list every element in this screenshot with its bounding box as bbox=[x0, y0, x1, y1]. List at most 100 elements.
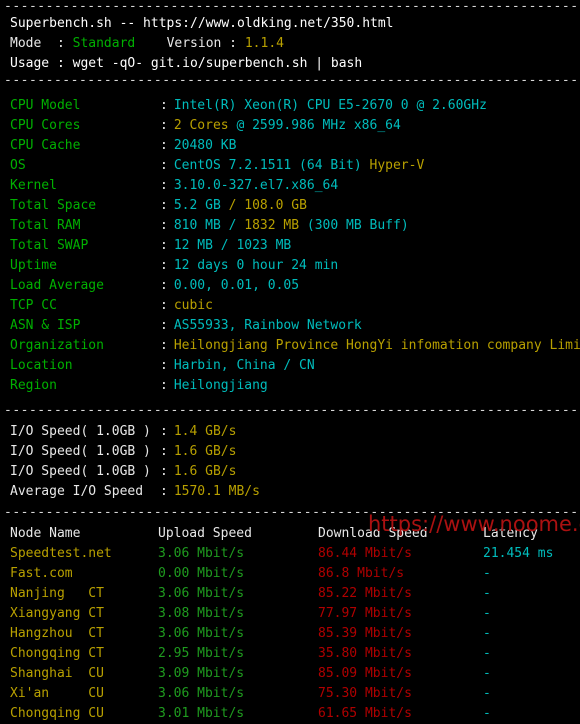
sysinfo-colon: : bbox=[160, 278, 168, 293]
sysinfo-label: CPU Cores bbox=[10, 118, 81, 133]
sysinfo-value-part: 5.2 GB bbox=[173, 198, 229, 213]
sysinfo-label: ASN & ISP bbox=[10, 318, 81, 333]
mode-version-gap bbox=[135, 36, 166, 51]
io-speed-colon: : bbox=[160, 464, 168, 479]
speedtest-node-name: Xiangyang CT bbox=[10, 606, 104, 621]
sysinfo-value-part: 12 MB / 1023 MB bbox=[173, 238, 292, 253]
speedtest-upload-speed: 3.06 Mbit/s bbox=[158, 626, 245, 641]
io-speed-value: 1.6 GB/s bbox=[173, 464, 237, 479]
spacer-sysinfo-bottom bbox=[0, 396, 580, 404]
speedtest-row: Speedtest.net 3.06 Mbit/s 86.44 Mbit/s 21.4… bbox=[0, 544, 580, 564]
sysinfo-label: Load Average bbox=[10, 278, 104, 293]
sysinfo-value-part: AS55933, Rainbow Network bbox=[173, 318, 362, 333]
header-title: Superbench.sh -- https://www.oldking.net… bbox=[10, 16, 394, 31]
mode-label: Mode : bbox=[10, 36, 73, 51]
speedtest-upload-speed: 0.00 Mbit/s bbox=[158, 566, 245, 581]
sysinfo-row: Location: Harbin, China / CN bbox=[0, 356, 580, 376]
io-speed-label: I/O Speed( 1.0GB ) bbox=[10, 444, 151, 459]
speedtest-upload-speed: 3.06 Mbit/s bbox=[158, 546, 245, 561]
sysinfo-label: CPU Cache bbox=[10, 138, 81, 153]
io-speed-value: 1.6 GB/s bbox=[173, 444, 237, 459]
sysinfo-value-part: Harbin, China / CN bbox=[173, 358, 315, 373]
sysinfo-colon: : bbox=[160, 378, 168, 393]
sysinfo-row: Kernel:3.10.0-327.el7.x86_64 bbox=[0, 176, 580, 196]
sysinfo-value-part: 0.00, 0.01, 0.05 bbox=[173, 278, 300, 293]
sysinfo-value: 810 MB / 1832 MB (300 MB Buff) bbox=[168, 218, 409, 233]
column-header-node: Node Name bbox=[10, 526, 81, 541]
speedtest-latency: - bbox=[483, 666, 491, 681]
speedtest-row: Chongqing CT 2.95 Mbit/s 35.80 Mbit/s - bbox=[0, 644, 580, 664]
speedtest-download-speed: 35.80 Mbit/s bbox=[318, 646, 412, 661]
sysinfo-value: Intel(R) Xeon(R) CPU E5-2670 0 @ 2.60GHz bbox=[168, 98, 487, 113]
separator-before-io: ----------------------------------------… bbox=[4, 404, 580, 418]
sysinfo-colon: : bbox=[160, 218, 168, 233]
sysinfo-colon: : bbox=[160, 198, 168, 213]
sysinfo-row: CPU Cache:20480 KB bbox=[0, 136, 580, 156]
sysinfo-value-part: 12 days 0 hour 24 min bbox=[173, 258, 339, 273]
sysinfo-row: Region: Heilongjiang bbox=[0, 376, 580, 396]
sysinfo-value: 2 Cores @ 2599.986 MHz x86_64 bbox=[168, 118, 401, 133]
io-speed-label: I/O Speed( 1.0GB ) bbox=[10, 424, 151, 439]
sysinfo-colon: : bbox=[160, 258, 168, 273]
header-mode-version: Mode : Standard Version : 1.1.4 bbox=[0, 34, 580, 54]
sysinfo-value: 5.2 GB / 108.0 GB bbox=[168, 198, 307, 213]
io-speed-block: I/O Speed( 1.0GB ):1.4 GB/s I/O Speed( 1.… bbox=[0, 422, 580, 502]
speedtest-latency: - bbox=[483, 586, 491, 601]
header-usage: Usage : wget -qO- git.io/superbench.sh |… bbox=[10, 56, 363, 71]
sysinfo-value: Heilongjiang bbox=[168, 378, 268, 393]
sysinfo-colon: : bbox=[160, 118, 168, 133]
speedtest-node-name: Hangzhou CT bbox=[10, 626, 104, 641]
speedtest-node-name: Xi'an CU bbox=[10, 686, 104, 701]
speedtest-upload-speed: 3.08 Mbit/s bbox=[158, 606, 245, 621]
speedtest-download-speed: 86.44 Mbit/s bbox=[318, 546, 412, 561]
speedtest-upload-speed: 3.06 Mbit/s bbox=[158, 586, 245, 601]
sysinfo-label: Total SWAP bbox=[10, 238, 89, 253]
io-speed-row: I/O Speed( 1.0GB ):1.4 GB/s bbox=[0, 422, 580, 442]
speedtest-node-name: Fast.com bbox=[10, 566, 73, 581]
separator-before-speedtest: ----------------------------------------… bbox=[4, 506, 580, 520]
sysinfo-value: AS55933, Rainbow Network bbox=[168, 318, 362, 333]
speedtest-node-name: Nanjing CT bbox=[10, 586, 104, 601]
sysinfo-label: Total RAM bbox=[10, 218, 81, 233]
sysinfo-value-part: (300 MB Buff) bbox=[306, 218, 409, 233]
speedtest-latency: - bbox=[483, 706, 491, 721]
sysinfo-colon: : bbox=[160, 238, 168, 253]
terminal-window: ----------------------------------------… bbox=[0, 0, 580, 721]
sysinfo-colon: : bbox=[160, 158, 168, 173]
speedtest-node-name: Chongqing CU bbox=[10, 706, 104, 721]
speedtest-download-speed: 85.09 Mbit/s bbox=[318, 666, 412, 681]
io-speed-value: 1.4 GB/s bbox=[173, 424, 237, 439]
sysinfo-value: 20480 KB bbox=[168, 138, 237, 153]
speedtest-row: Fast.com 0.00 Mbit/s 86.8 Mbit/s - bbox=[0, 564, 580, 584]
speedtest-row: Nanjing CT 3.06 Mbit/s 85.22 Mbit/s - bbox=[0, 584, 580, 604]
speedtest-header-row: Node Name Upload Speed Download Speed Laten… bbox=[0, 524, 580, 544]
speedtest-latency: - bbox=[483, 686, 491, 701]
sysinfo-row: ASN & ISP: AS55933, Rainbow Network bbox=[0, 316, 580, 336]
spacer-sysinfo-top bbox=[0, 88, 580, 96]
sysinfo-value: CentOS 7.2.1511 (64 Bit) Hyper-V bbox=[168, 158, 424, 173]
sysinfo-row: Load Average:0.00, 0.01, 0.05 bbox=[0, 276, 580, 296]
sysinfo-row: Organization: Heilongjiang Province HongY… bbox=[0, 336, 580, 356]
sysinfo-label: Kernel bbox=[10, 178, 57, 193]
io-speed-colon: : bbox=[160, 484, 168, 499]
sysinfo-colon: : bbox=[160, 138, 168, 153]
io-speed-label: Average I/O Speed bbox=[10, 484, 144, 499]
sysinfo-value-part: Heilongjiang bbox=[173, 378, 268, 393]
separator-after-header: ----------------------------------------… bbox=[4, 74, 580, 88]
column-header-upload: Upload Speed bbox=[158, 526, 252, 541]
sysinfo-row: Total SWAP:12 MB / 1023 MB bbox=[0, 236, 580, 256]
sysinfo-value-part: 3.10.0-327.el7.x86_64 bbox=[173, 178, 339, 193]
sysinfo-value-part: CentOS 7.2.1511 (64 Bit) bbox=[173, 158, 370, 173]
speedtest-row: Xiangyang CT 3.08 Mbit/s 77.97 Mbit/s - bbox=[0, 604, 580, 624]
system-info-block: CPU Model: Intel(R) Xeon(R) CPU E5-2670 0… bbox=[0, 96, 580, 396]
sysinfo-value-part: Hyper-V bbox=[369, 158, 425, 173]
sysinfo-value: cubic bbox=[168, 298, 213, 313]
io-speed-label: I/O Speed( 1.0GB ) bbox=[10, 464, 151, 479]
speedtest-node-name: Speedtest.net bbox=[10, 546, 112, 561]
sysinfo-value-part: 2 Cores bbox=[173, 118, 229, 133]
speedtest-download-speed: 61.65 Mbit/s bbox=[318, 706, 412, 721]
version-value: 1.1.4 bbox=[244, 36, 284, 51]
sysinfo-colon: : bbox=[160, 298, 168, 313]
sysinfo-value: 0.00, 0.01, 0.05 bbox=[168, 278, 299, 293]
sysinfo-row: Total Space:5.2 GB / 108.0 GB bbox=[0, 196, 580, 216]
